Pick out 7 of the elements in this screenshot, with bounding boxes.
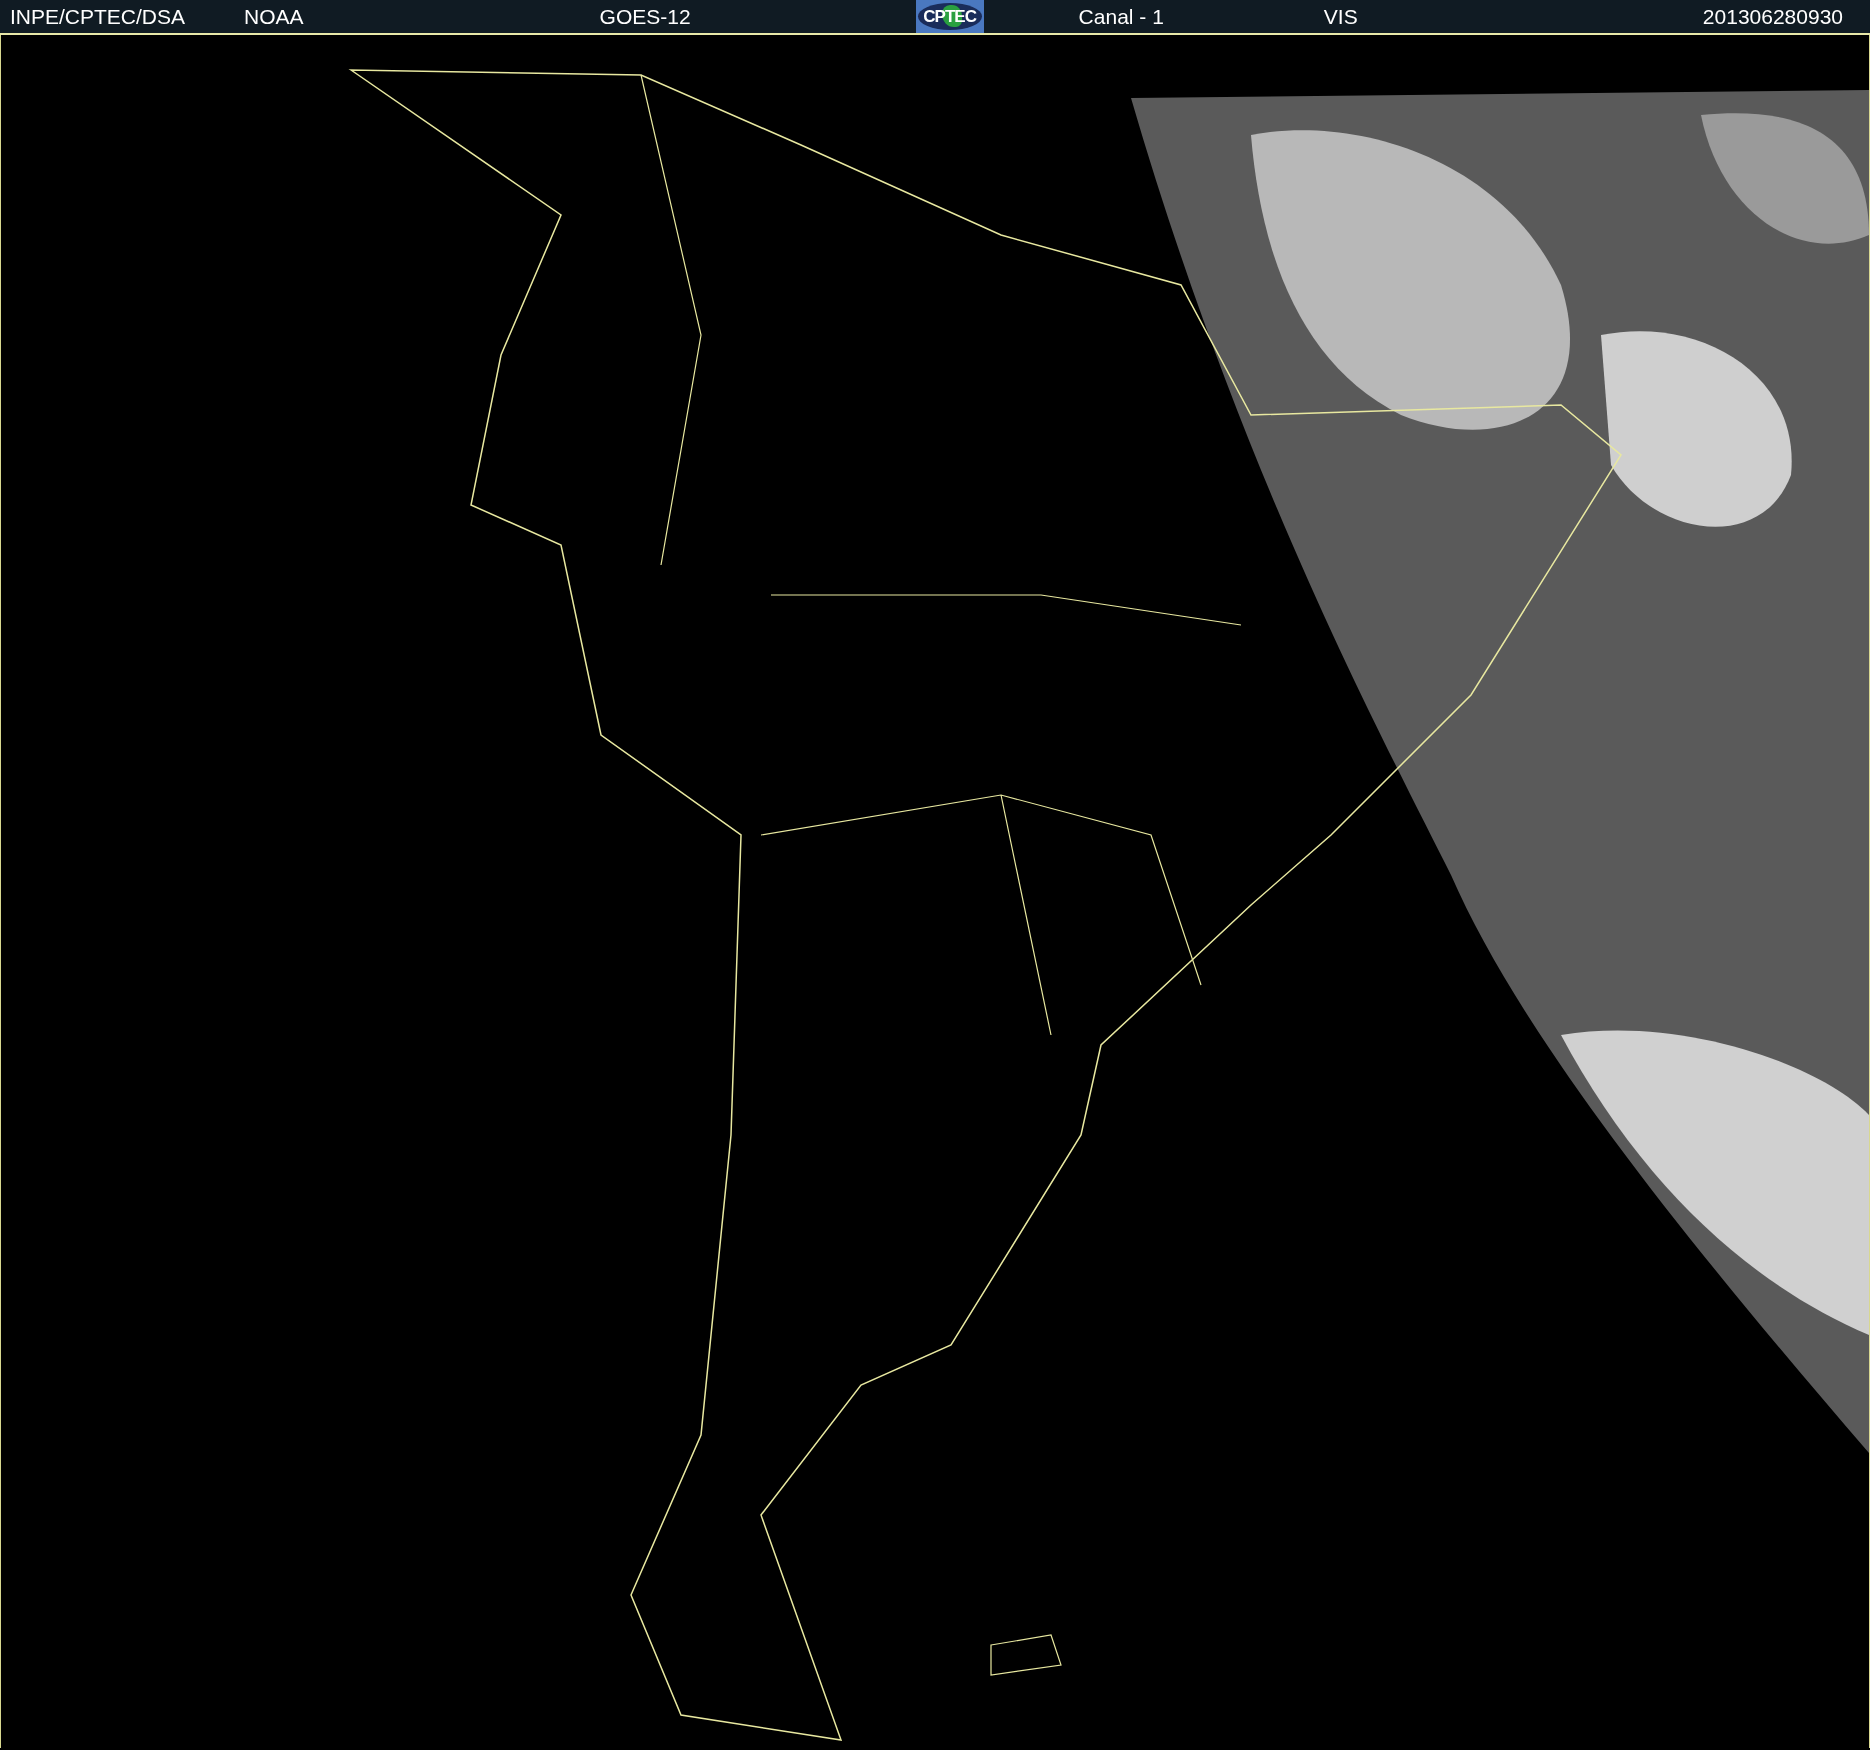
- channel-label: Canal - 1: [1078, 4, 1164, 29]
- agency-label: NOAA: [244, 4, 304, 29]
- timestamp-label: 201306280930: [1702, 4, 1843, 29]
- band-label: VIS: [1323, 4, 1358, 29]
- source-label: INPE/CPTEC/DSA: [10, 4, 186, 29]
- satellite-label: GOES-12: [599, 4, 691, 29]
- logo-badge: CPTEC: [915, 0, 984, 33]
